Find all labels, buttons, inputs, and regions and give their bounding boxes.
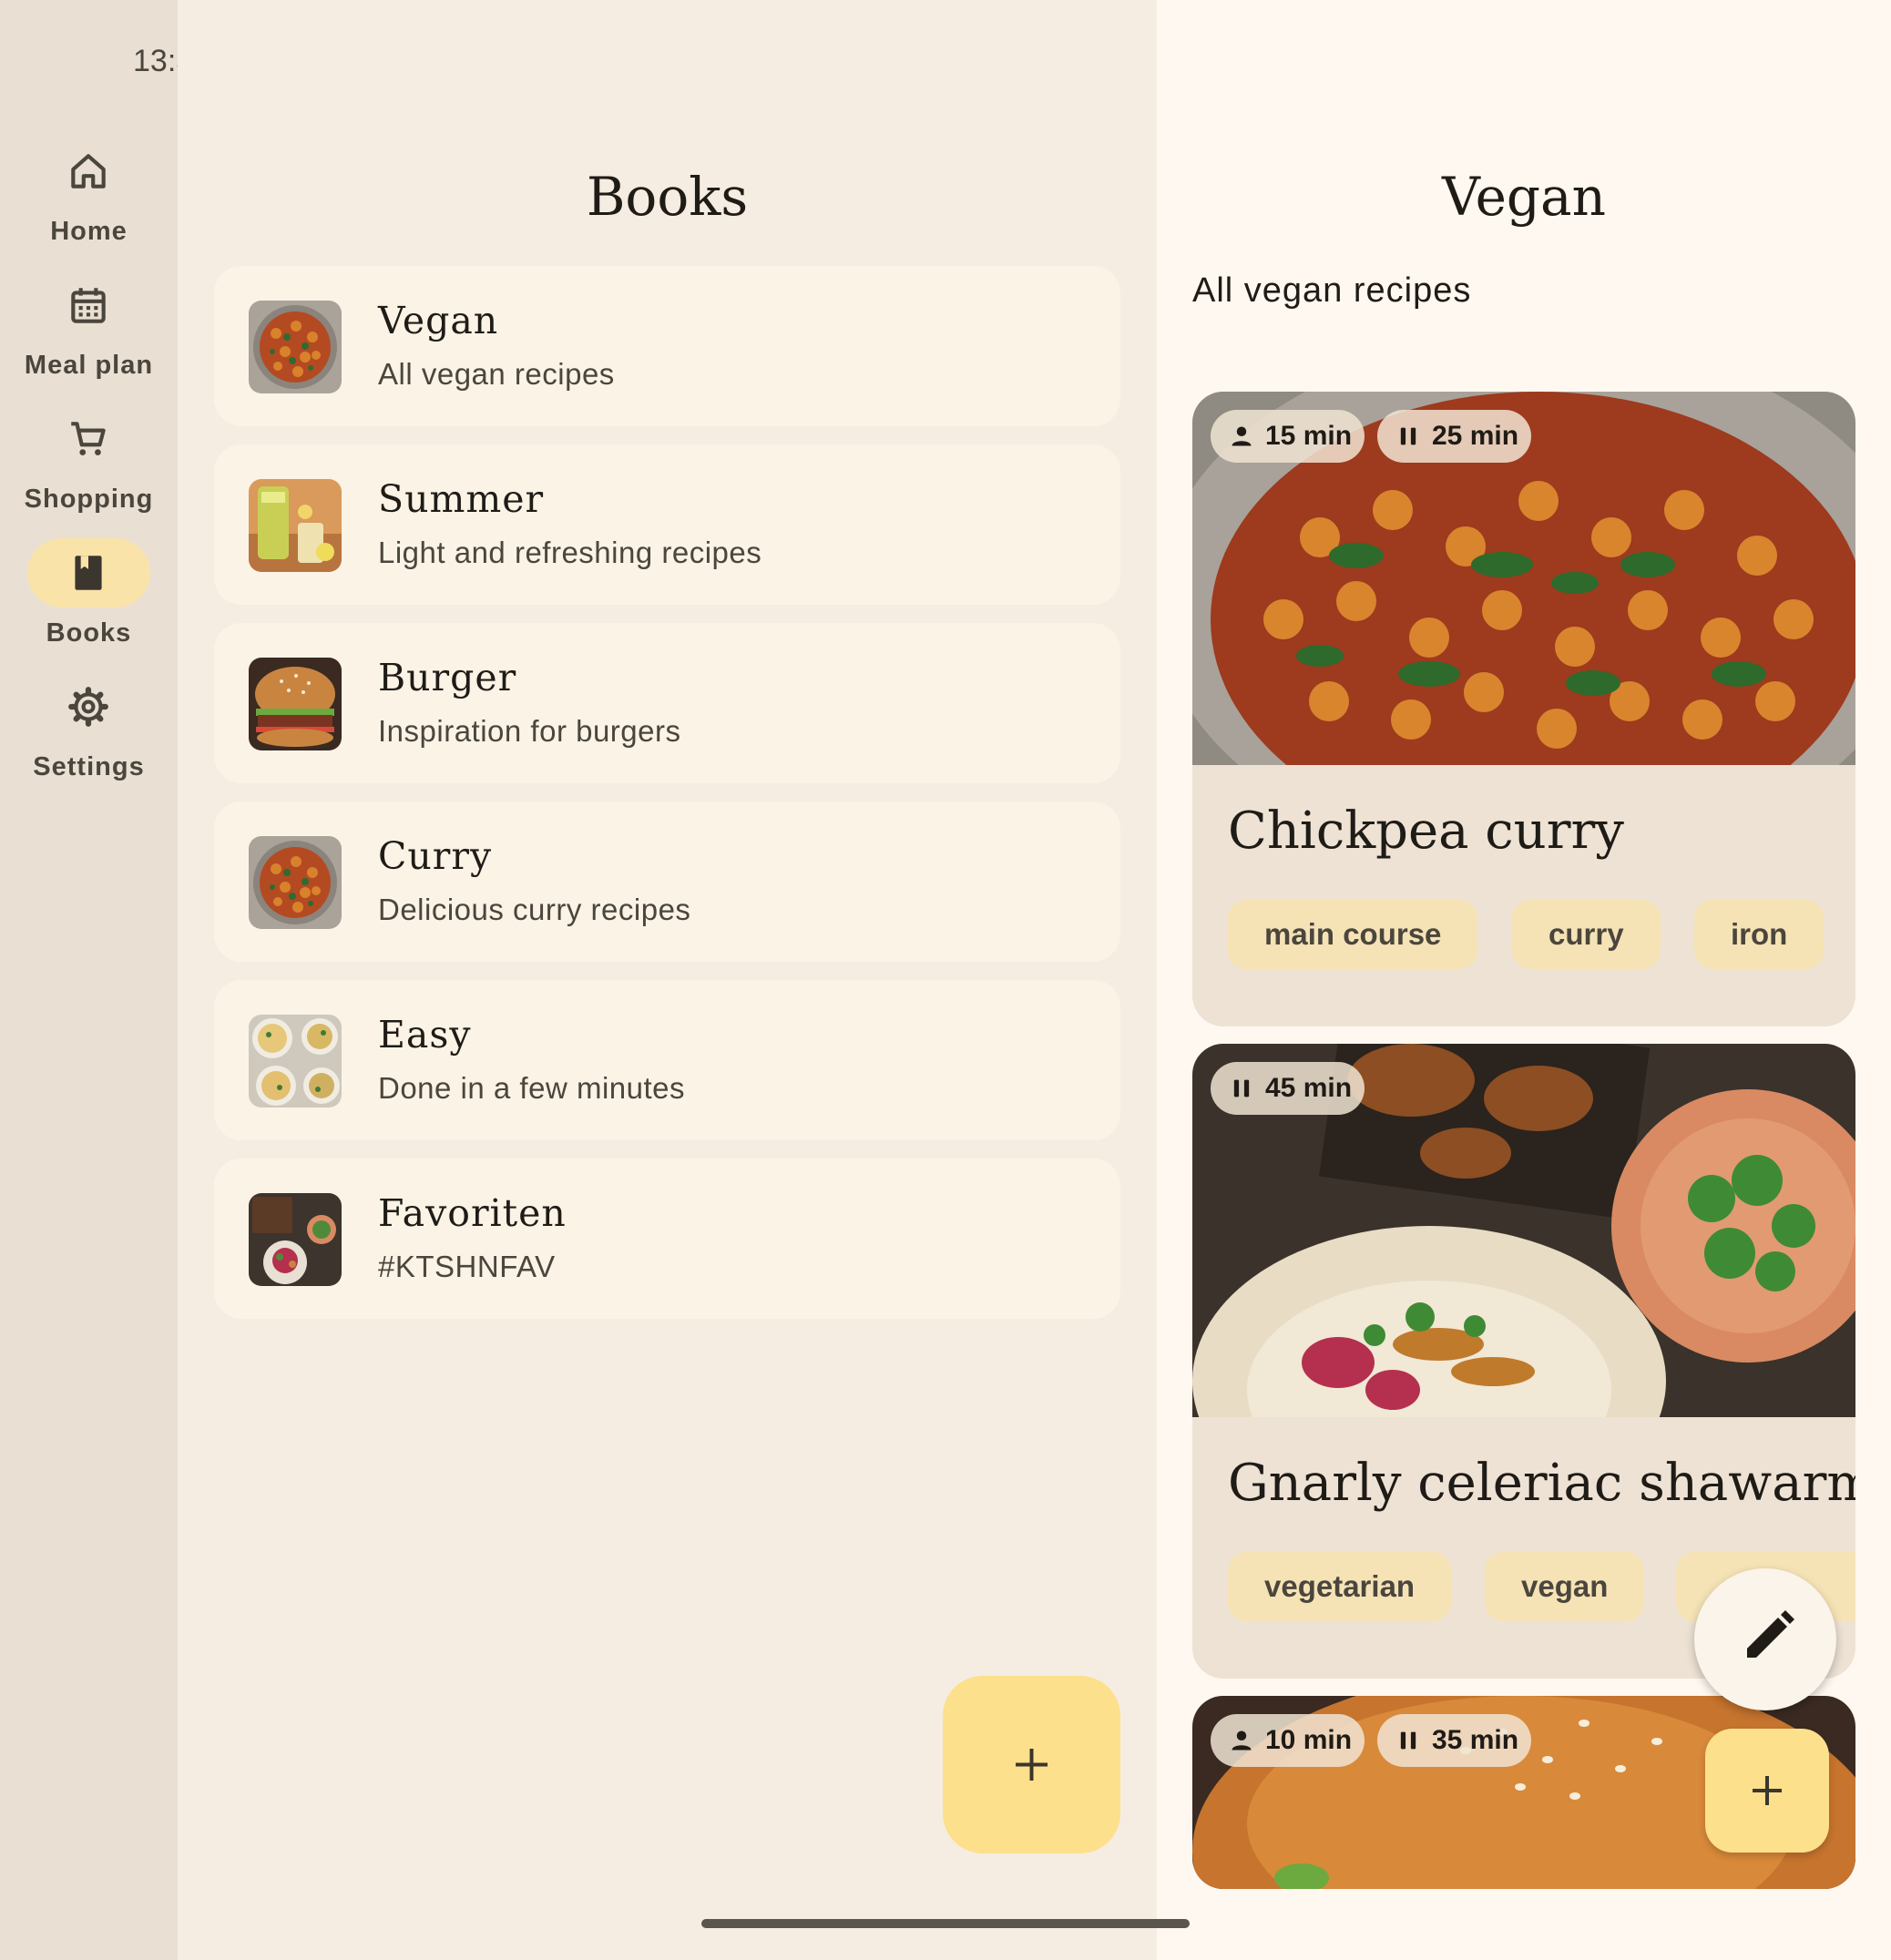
book-thumbnail [249, 1015, 342, 1108]
detail-title: Vegan [1442, 166, 1606, 228]
navigation-rail: 13:37 Home Meal plan Shopping Books Sett… [0, 0, 210, 1960]
book-description: All vegan recipes [378, 357, 615, 391]
pencil-icon [1747, 1610, 1794, 1658]
book-detail-pane: 3G Vegan All vegan recipes 15 m [1157, 0, 1891, 1960]
page-title: Books [586, 166, 749, 228]
prep-time-badge: 15 min [1211, 410, 1365, 463]
tag-chip[interactable]: main course [1228, 900, 1478, 969]
tag-chip[interactable]: curry [1512, 900, 1661, 969]
book-description: Delicious curry recipes [378, 893, 691, 926]
home-icon [71, 154, 106, 189]
book-thumbnail [249, 1193, 342, 1286]
wait-time-badge: 45 min [1211, 1062, 1365, 1115]
book-item-summer[interactable]: Summer Light and refreshing recipes [214, 444, 1120, 605]
nav-label: Settings [33, 752, 145, 781]
book-name: Burger [378, 656, 517, 699]
recipe-name: Gnarly celeriac shawarma [1228, 1454, 1855, 1513]
book-thumbnail [249, 301, 342, 393]
gear-icon [68, 687, 108, 727]
pause-icon [1400, 1731, 1416, 1750]
book-name: Summer [378, 477, 545, 521]
book-description: #KTSHNFAV [378, 1250, 556, 1283]
plus-icon [1016, 1749, 1048, 1781]
wait-time: 35 min [1432, 1725, 1519, 1755]
wait-time: 45 min [1265, 1073, 1353, 1103]
wait-time: 25 min [1432, 421, 1519, 451]
book-item-curry[interactable]: Curry Delicious curry recipes [214, 801, 1120, 962]
nav-label: Shopping [24, 485, 154, 514]
book-name: Favoriten [378, 1191, 567, 1235]
person-icon [1232, 1730, 1252, 1751]
nav-item-home[interactable]: Home [0, 137, 178, 264]
book-name: Easy [378, 1013, 472, 1057]
tag-chip[interactable]: iron [1694, 900, 1825, 969]
person-icon [1232, 426, 1252, 446]
wait-time-badge: 25 min [1377, 410, 1532, 463]
book-icon [75, 556, 102, 590]
plus-icon [1753, 1776, 1782, 1805]
edit-button[interactable] [1694, 1568, 1836, 1710]
detail-subtitle: All vegan recipes [1192, 271, 1472, 310]
book-description: Inspiration for burgers [378, 714, 681, 748]
book-description: Light and refreshing recipes [378, 536, 762, 569]
book-item-easy[interactable]: Easy Done in a few minutes [214, 980, 1120, 1140]
book-name: Vegan [378, 299, 499, 342]
book-name: Curry [378, 834, 493, 878]
tag-chip[interactable]: vegetarian [1228, 1552, 1452, 1621]
prep-time: 15 min [1265, 421, 1353, 451]
book-description: Done in a few minutes [378, 1071, 686, 1105]
book-thumbnail [249, 479, 342, 572]
prep-time: 10 min [1265, 1725, 1353, 1755]
prep-time-badge: 10 min [1211, 1714, 1365, 1767]
nav-label: Meal plan [24, 351, 154, 380]
nav-item-books[interactable]: Books [0, 538, 178, 666]
add-book-button[interactable] [943, 1676, 1120, 1853]
books-pane: Books Vegan All vegan recipes Summer Lig… [178, 0, 1157, 1960]
recipe-card[interactable]: 15 min 25 min Chickpea curry main course… [1192, 392, 1855, 1026]
recipe-name: Chickpea curry [1228, 801, 1624, 861]
book-thumbnail [249, 658, 342, 750]
add-recipe-button[interactable] [1705, 1729, 1829, 1853]
book-item-vegan[interactable]: Vegan All vegan recipes [214, 266, 1120, 426]
cart-icon [71, 422, 106, 455]
nav-item-shopping[interactable]: Shopping [0, 404, 178, 532]
pause-icon [1233, 1079, 1250, 1097]
book-item-burger[interactable]: Burger Inspiration for burgers [214, 623, 1120, 783]
pause-icon [1400, 427, 1416, 445]
book-thumbnail [249, 836, 342, 929]
nav-item-settings[interactable]: Settings [0, 672, 178, 800]
nav-label: Books [46, 618, 132, 648]
nav-item-meal-plan[interactable]: Meal plan [0, 271, 178, 398]
nav-label: Home [50, 217, 128, 246]
calendar-icon [71, 288, 106, 323]
tag-chip[interactable]: vegan [1485, 1552, 1645, 1621]
wait-time-badge: 35 min [1377, 1714, 1532, 1767]
gesture-navigation-bar[interactable] [701, 1919, 1190, 1928]
book-item-favoriten[interactable]: Favoriten #KTSHNFAV [214, 1159, 1120, 1319]
